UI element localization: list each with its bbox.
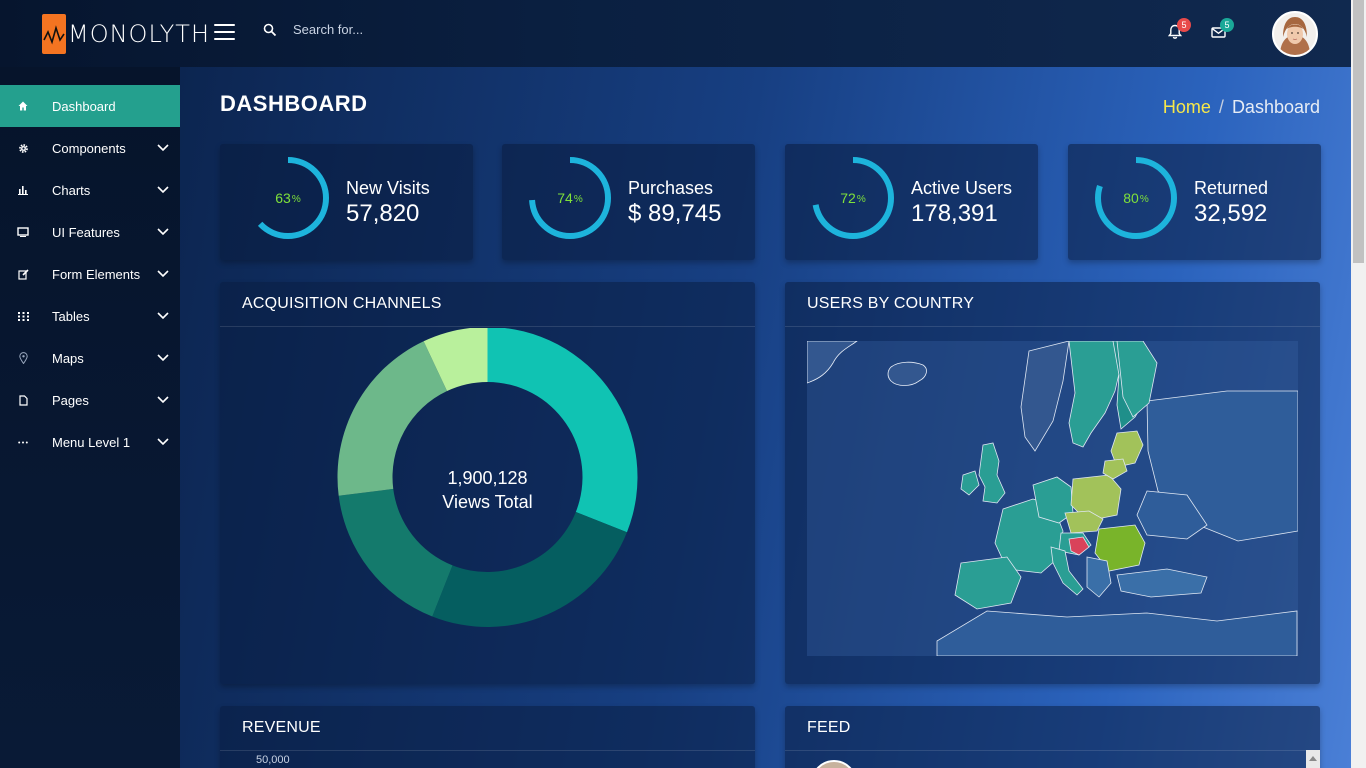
grid-icon	[16, 309, 30, 323]
chevron-down-icon	[157, 354, 169, 362]
search-bar	[263, 22, 553, 37]
bar-chart-icon	[16, 183, 30, 197]
acquisition-channels-panel: ACQUISITION CHANNELS 1,900,128 Views Tot…	[220, 282, 755, 684]
sidebar-item-label: Charts	[52, 182, 91, 198]
stat-card-new-visits: 63% New Visits 57,820	[220, 144, 473, 260]
sidebar-item-components[interactable]: Components	[0, 127, 180, 169]
menu-toggle-icon[interactable]	[214, 24, 235, 42]
chevron-down-icon	[157, 144, 169, 152]
chevron-down-icon	[157, 228, 169, 236]
logo-mark-icon	[42, 14, 66, 54]
page-scrollbar[interactable]	[1351, 0, 1366, 768]
panel-title: ACQUISITION CHANNELS	[220, 282, 755, 327]
user-avatar[interactable]	[1272, 11, 1318, 57]
dots-icon	[16, 435, 30, 449]
panel-title: USERS BY COUNTRY	[785, 282, 1320, 327]
stat-percent: 80%	[1123, 190, 1149, 206]
map-pin-icon	[16, 351, 30, 365]
stat-percent: 63%	[275, 190, 301, 206]
sidebar-item-label: UI Features	[52, 224, 120, 240]
chevron-down-icon	[157, 396, 169, 404]
stat-value: 32,592	[1194, 200, 1268, 227]
sidebar: Dashboard Components Charts UI Features …	[0, 67, 180, 768]
feed-avatar	[811, 760, 857, 768]
stat-label: New Visits	[346, 178, 430, 198]
scrollbar-thumb[interactable]	[1353, 0, 1364, 263]
stat-value: 57,820	[346, 200, 420, 227]
breadcrumb-current: Dashboard	[1231, 97, 1320, 117]
sidebar-item-label: Form Elements	[52, 266, 141, 282]
monitor-icon	[16, 225, 30, 239]
stat-card-purchases: 74% Purchases $ 89,745	[502, 144, 755, 260]
chevron-down-icon	[157, 438, 169, 446]
stat-card-active-users: 72% Active Users 178,391	[785, 144, 1038, 260]
sidebar-item-tables[interactable]: Tables	[0, 295, 180, 337]
sidebar-item-label: Menu Level 1	[52, 434, 131, 450]
chevron-down-icon	[157, 186, 169, 194]
search-input[interactable]	[293, 22, 553, 37]
chevron-down-icon	[157, 312, 169, 320]
sidebar-item-pages[interactable]: Pages	[0, 379, 180, 421]
sidebar-item-ui-features[interactable]: UI Features	[0, 211, 180, 253]
sidebar-item-label: Components	[52, 140, 126, 156]
donut-center-label: Views Total	[442, 492, 533, 512]
sidebar-item-dashboard[interactable]: Dashboard	[0, 85, 180, 127]
sidebar-item-label: Pages	[52, 392, 89, 408]
message-badge: 5	[1220, 18, 1234, 32]
sidebar-item-label: Maps	[52, 350, 84, 366]
stat-label: Active Users	[911, 178, 1013, 198]
main-content: DASHBOARD Home / Dashboard 63% New Visit…	[180, 67, 1351, 768]
users-by-country-panel: USERS BY COUNTRY	[785, 282, 1320, 684]
search-icon[interactable]	[263, 23, 277, 37]
chevron-down-icon	[157, 270, 169, 278]
panel-title: REVENUE	[220, 706, 755, 751]
feed-panel: FEED	[785, 706, 1320, 768]
stat-value: $ 89,745	[628, 200, 722, 227]
panel-title: FEED	[785, 706, 1320, 751]
sidebar-item-label: Dashboard	[52, 98, 116, 114]
sidebar-item-menu-level-1[interactable]: Menu Level 1	[0, 421, 180, 463]
sidebar-item-label: Tables	[52, 308, 90, 324]
file-icon	[16, 393, 30, 407]
stat-label: Returned	[1194, 178, 1269, 198]
stat-percent: 72%	[840, 190, 866, 206]
brand-name: MONOLYTH	[68, 20, 210, 48]
donut-slice[interactable]	[432, 511, 627, 627]
revenue-panel: REVENUE 50,000	[220, 706, 755, 768]
page-title: DASHBOARD	[220, 91, 368, 116]
stat-percent: 74%	[557, 190, 583, 206]
top-navbar: MONOLYTH 5 5	[0, 0, 1351, 67]
home-icon	[16, 99, 30, 113]
messages-button[interactable]: 5	[1211, 18, 1234, 42]
breadcrumb: Home / Dashboard	[1163, 97, 1320, 118]
stat-value: 178,391	[911, 200, 998, 227]
notification-badge: 5	[1177, 18, 1191, 32]
gear-icon	[16, 141, 30, 155]
revenue-axis-label: 50,000	[256, 754, 290, 766]
feed-scroll-up-icon[interactable]	[1306, 750, 1320, 768]
breadcrumb-separator: /	[1218, 97, 1224, 117]
stat-card-returned: 80% Returned 32,592	[1068, 144, 1321, 260]
donut-center-value: 1,900,128	[447, 468, 528, 488]
brand-logo[interactable]: MONOLYTH	[42, 14, 210, 54]
notifications-button[interactable]: 5	[1167, 18, 1191, 42]
edit-icon	[16, 267, 30, 281]
stat-label: Purchases	[628, 178, 714, 198]
europe-map[interactable]	[807, 341, 1298, 656]
breadcrumb-home-link[interactable]: Home	[1163, 97, 1211, 118]
sidebar-item-form-elements[interactable]: Form Elements	[0, 253, 180, 295]
sidebar-item-charts[interactable]: Charts	[0, 169, 180, 211]
sidebar-item-maps[interactable]: Maps	[0, 337, 180, 379]
